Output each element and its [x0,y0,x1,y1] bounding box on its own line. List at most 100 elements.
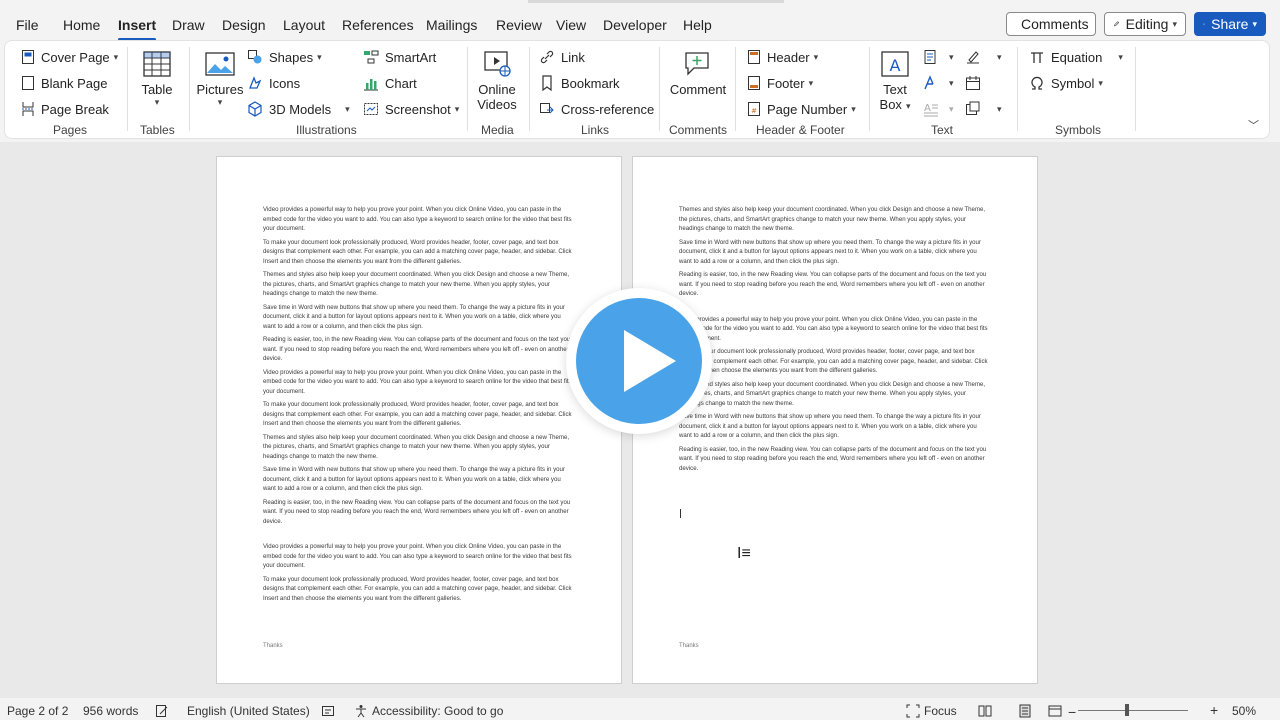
paragraph[interactable]: Themes and styles also help keep your do… [263,270,575,299]
zoom-slider-thumb[interactable] [1125,704,1129,716]
tab-home[interactable]: Home [63,17,100,33]
tab-design[interactable]: Design [222,17,266,33]
wordart-button[interactable]: ▾ [923,75,954,91]
zoom-out-button[interactable]: − [1068,704,1076,720]
smartart-button[interactable]: SmartArt [363,49,436,65]
text-predictions-status[interactable] [321,704,339,718]
cross-reference-button[interactable]: Cross-reference [539,101,654,117]
signature-line-button[interactable]: ▾ [965,49,1002,65]
screenshot-button[interactable]: Screenshot ▾ [363,101,459,117]
blank-page-button[interactable]: Blank Page [21,75,108,91]
read-mode-icon [978,705,992,717]
paragraph[interactable]: Reading is easier, too, in the new Readi… [679,270,991,299]
tab-draw[interactable]: Draw [172,17,205,33]
comment-button[interactable]: Comment [667,49,729,97]
page-1[interactable]: Video provides a powerful way to help yo… [216,156,622,684]
comments-button[interactable]: Comments [1006,12,1096,36]
tab-review[interactable]: Review [496,17,542,33]
zoom-slider-track[interactable] [1078,710,1188,711]
cover-page-button[interactable]: Cover Page ▾ [21,49,118,65]
page-2-footer: Thanks [679,643,699,649]
object-button[interactable]: ▾ [965,101,1002,117]
page-count[interactable]: Page 2 of 2 [7,704,68,718]
tab-help[interactable]: Help [683,17,712,33]
chart-button[interactable]: Chart [363,75,417,91]
quick-parts-button[interactable]: ▾ [923,49,954,65]
paragraph[interactable]: To make your document look professionall… [263,400,575,429]
omega-icon [1031,76,1043,90]
paragraph[interactable]: To make your document look professionall… [263,238,575,267]
paragraph[interactable]: Save time in Word with new buttons that … [679,412,991,441]
paragraph[interactable]: Video provides a powerful way to help yo… [679,315,991,344]
paragraph[interactable]: Reading is easier, too, in the new Readi… [263,335,575,364]
paragraph[interactable]: Reading is easier, too, in the new Readi… [679,445,991,474]
3d-models-button[interactable]: 3D Models ▾ [247,101,350,117]
editing-button[interactable]: Editing ▾ [1104,12,1186,36]
paragraph[interactable]: Reading is easier, too, in the new Readi… [263,498,575,527]
focus-button[interactable]: Focus [906,704,957,718]
collapse-ribbon-icon[interactable]: ﹀ [1248,117,1259,133]
symbol-button[interactable]: Symbol ▾ [1029,75,1103,91]
paragraph[interactable]: To make your document look professionall… [679,347,991,376]
tab-insert[interactable]: Insert [118,17,157,41]
tab-view[interactable]: View [556,17,586,33]
paragraph[interactable]: To make your document look professionall… [263,575,575,604]
group-separator [529,47,530,131]
link-button[interactable]: Link [539,49,585,65]
chevron-down-icon: ▾ [905,101,911,111]
focus-label: Focus [924,704,957,718]
paragraph[interactable]: Themes and styles also help keep your do… [679,205,991,234]
video-play-button[interactable] [566,288,712,434]
web-layout-button[interactable] [1048,704,1066,718]
tab-developer[interactable]: Developer [603,17,667,33]
zoom-level[interactable]: 50% [1232,704,1256,718]
bookmark-button[interactable]: Bookmark [539,75,620,91]
group-separator [467,47,468,131]
page-1-body[interactable]: Video provides a powerful way to help yo… [263,205,575,607]
group-label-media: Media [481,123,514,137]
paragraph[interactable]: Video provides a powerful way to help yo… [263,368,575,397]
text-box-button[interactable]: A Text Box ▾ [877,49,913,112]
proofing-status[interactable] [155,704,173,718]
word-count[interactable]: 956 words [83,704,138,718]
icons-button[interactable]: Icons [247,75,300,91]
accessibility-status[interactable]: Accessibility: Good to go [354,704,503,718]
header-button[interactable]: Header ▾ [747,49,818,65]
table-button[interactable]: Table ▾ [139,49,175,108]
equation-button[interactable]: Equation ▾ [1029,49,1123,65]
chevron-down-icon: ▾ [851,103,856,114]
footer-button[interactable]: Footer ▾ [747,75,813,91]
online-videos-button[interactable]: Online Videos [475,49,519,112]
header-icon [748,50,760,64]
paragraph[interactable]: Video provides a powerful way to help yo… [263,205,575,234]
paragraph[interactable]: Save time in Word with new buttons that … [679,238,991,267]
page-2-body[interactable]: Themes and styles also help keep your do… [679,205,991,477]
read-mode-button[interactable] [978,704,996,718]
page-break-button[interactable]: Page Break [21,101,109,117]
paragraph[interactable]: Save time in Word with new buttons that … [263,303,575,332]
pictures-button[interactable]: Pictures ▾ [195,49,245,108]
shapes-button[interactable]: Shapes ▾ [247,49,322,65]
group-separator [659,47,660,131]
paragraph[interactable]: Themes and styles also help keep your do… [263,433,575,462]
page-2[interactable]: Themes and styles also help keep your do… [632,156,1038,684]
paragraph[interactable]: Save time in Word with new buttons that … [263,465,575,494]
cube-icon [248,101,262,117]
tab-layout[interactable]: Layout [283,17,325,33]
language-status[interactable]: English (United States) [187,704,310,718]
date-time-button[interactable] [965,75,987,91]
print-layout-button[interactable] [1018,704,1036,718]
drop-cap-button[interactable]: A ▾ [923,101,954,117]
tab-references[interactable]: References [342,17,414,33]
page-number-button[interactable]: # Page Number ▾ [747,101,856,117]
paragraph[interactable]: Video provides a powerful way to help yo… [263,542,575,571]
object-icon [966,101,980,115]
tab-mailings[interactable]: Mailings [426,17,477,33]
share-button[interactable]: Share ▾ [1194,12,1266,36]
tab-file[interactable]: File [16,17,39,33]
paragraph[interactable]: Themes and styles also help keep your do… [679,380,991,409]
blank-page-label: Blank Page [41,75,108,91]
picture-icon [205,52,235,76]
zoom-in-button[interactable]: + [1210,702,1218,718]
group-separator [1017,47,1018,131]
